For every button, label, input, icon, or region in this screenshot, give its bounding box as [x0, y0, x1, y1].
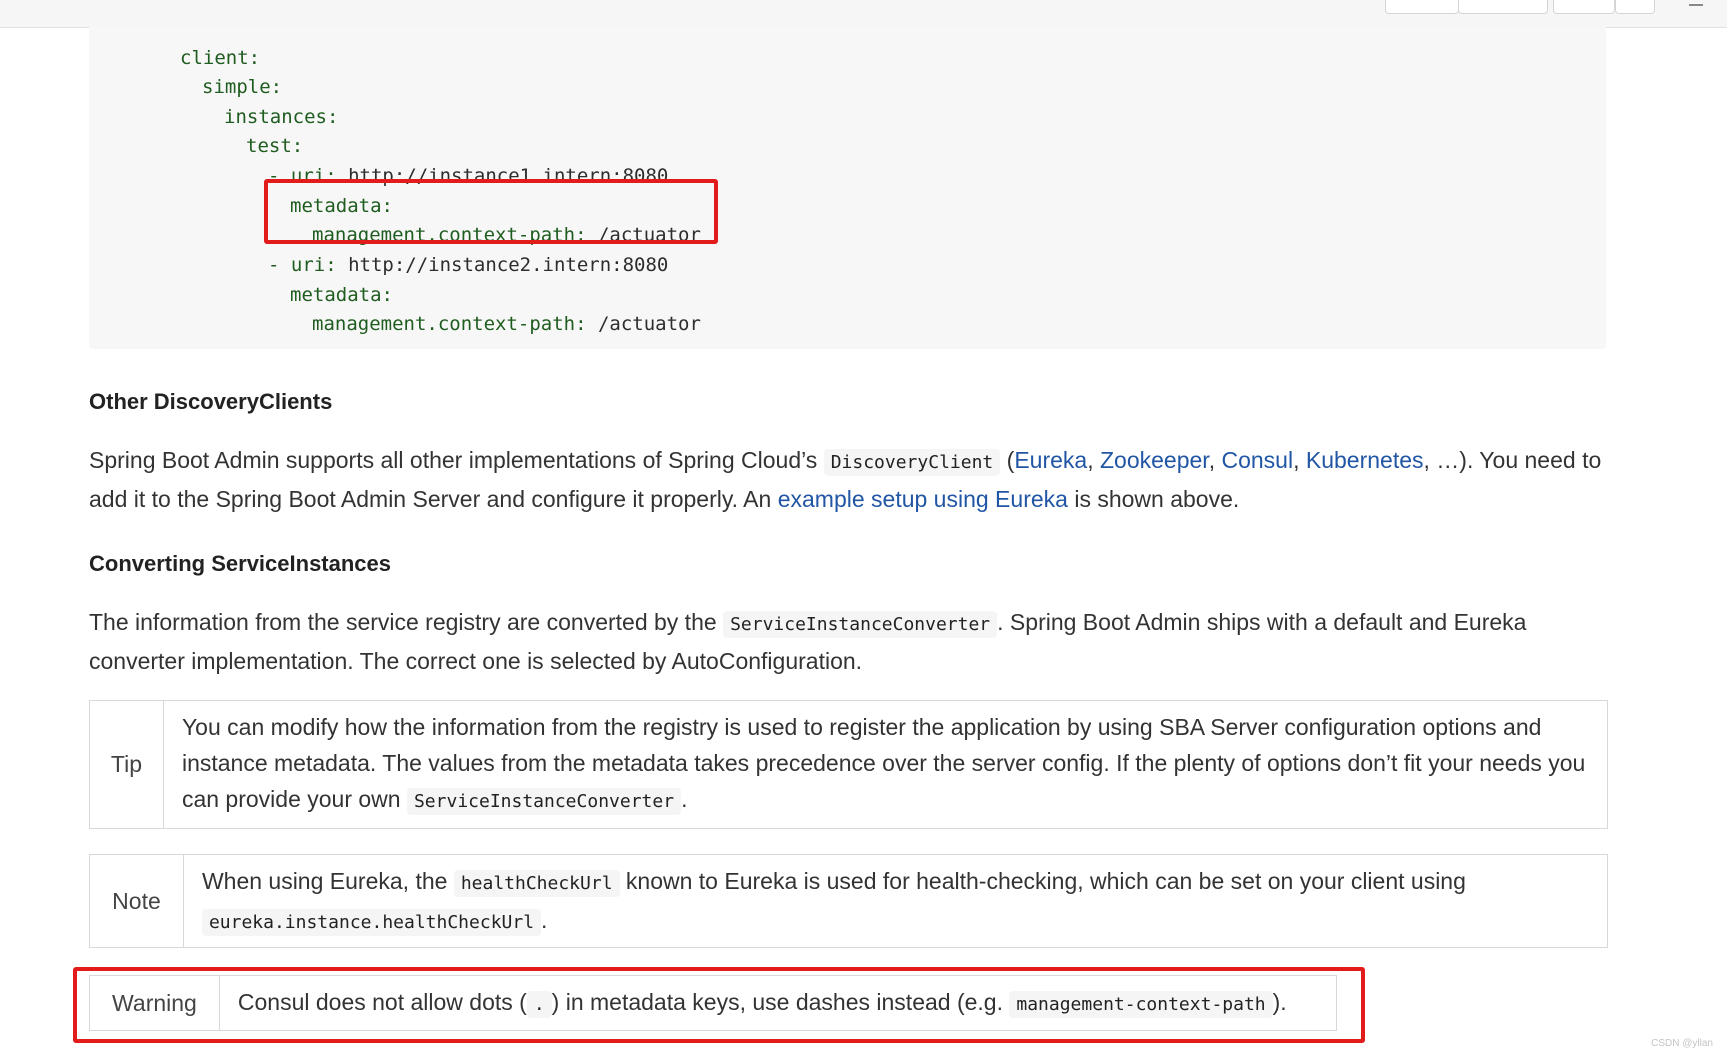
watermark: CSDN @yllan [1651, 1038, 1713, 1049]
code-line: - uri: http://instance2.intern:8080 [268, 254, 669, 276]
toolbar-button-3[interactable] [1553, 0, 1615, 14]
link-zookeeper[interactable]: Zookeeper [1100, 447, 1209, 473]
link-consul[interactable]: Consul [1221, 447, 1293, 473]
toolbar-button-4[interactable] [1615, 0, 1655, 14]
note-label: Note [90, 855, 184, 947]
inline-code: ServiceInstanceConverter [723, 611, 998, 638]
inline-code: eureka.instance.healthCheckUrl [201, 909, 542, 936]
inline-code: healthCheckUrl [453, 870, 620, 897]
paragraph-other-discoveryclients: Spring Boot Admin supports all other imp… [89, 447, 1602, 512]
heading-converting-serviceinstances: Converting ServiceInstances [89, 551, 392, 576]
tip-admonition: Tip You can modify how the information f… [89, 700, 1608, 829]
code-line: test: [246, 135, 304, 157]
tip-label: Tip [90, 701, 164, 828]
link-eureka[interactable]: Eureka [1014, 447, 1087, 473]
highlight-box-warning [73, 967, 1365, 1043]
code-line: instances: [224, 106, 339, 128]
code-line: metadata: [290, 284, 393, 306]
note-admonition: Note When using Eureka, the healthCheckU… [89, 854, 1608, 948]
code-line: management.context-path: /actuator [312, 313, 701, 335]
highlight-box-metadata [264, 179, 718, 244]
note-content: When using Eureka, the healthCheckUrl kn… [184, 855, 1607, 947]
code-line: simple: [202, 76, 283, 98]
link-example-setup-eureka[interactable]: example setup using Eureka [778, 486, 1068, 512]
code-line: client: [180, 47, 261, 69]
heading-other-discoveryclients: Other DiscoveryClients [89, 389, 333, 414]
menu-icon[interactable] [1689, 0, 1703, 6]
link-kubernetes[interactable]: Kubernetes [1306, 447, 1424, 473]
browser-toolbar [0, 0, 1727, 28]
tip-content: You can modify how the information from … [164, 701, 1607, 828]
toolbar-button-2[interactable] [1458, 0, 1548, 14]
paragraph-converting: The information from the service registr… [89, 609, 1527, 674]
inline-code: DiscoveryClient [823, 449, 1001, 476]
inline-code: ServiceInstanceConverter [406, 788, 682, 815]
toolbar-button-1[interactable] [1385, 0, 1459, 14]
